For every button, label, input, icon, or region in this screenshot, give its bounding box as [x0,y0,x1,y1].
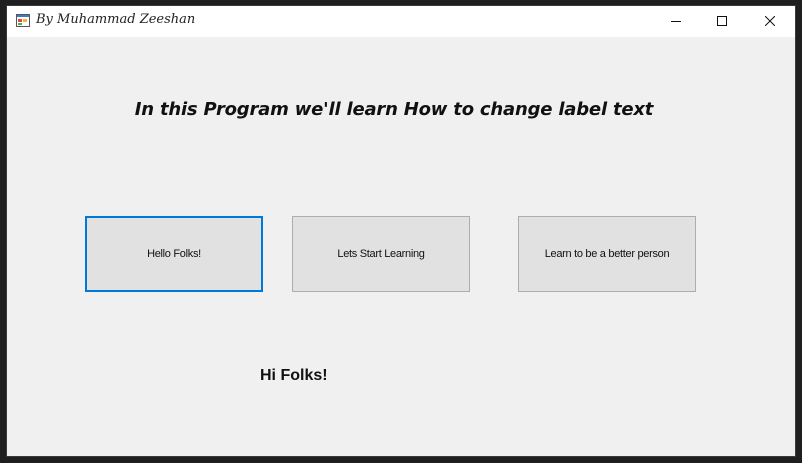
window-title: By Muhammad Zeeshan [36,12,196,27]
title-bar[interactable]: By Muhammad Zeeshan [7,6,795,37]
hello-folks-button-label: Hello Folks! [147,248,201,260]
close-icon [764,13,776,31]
maximize-icon [717,13,727,31]
better-person-button-label: Learn to be a better person [544,248,670,260]
lets-start-learning-button[interactable]: Lets Start Learning [292,216,470,292]
app-window: By Muhammad Zeeshan In this Program we'l… [7,6,795,456]
minimize-button[interactable] [653,6,699,37]
app-form-icon [16,14,30,27]
result-label: Hi Folks! [260,367,328,384]
minimize-icon [671,13,681,31]
hello-folks-button[interactable]: Hello Folks! [85,216,263,292]
heading-label: In this Program we'll learn How to chang… [134,99,654,120]
close-button[interactable] [747,6,793,37]
maximize-button[interactable] [699,6,745,37]
lets-start-learning-button-label: Lets Start Learning [337,248,425,260]
better-person-button[interactable]: Learn to be a better person [518,216,696,292]
